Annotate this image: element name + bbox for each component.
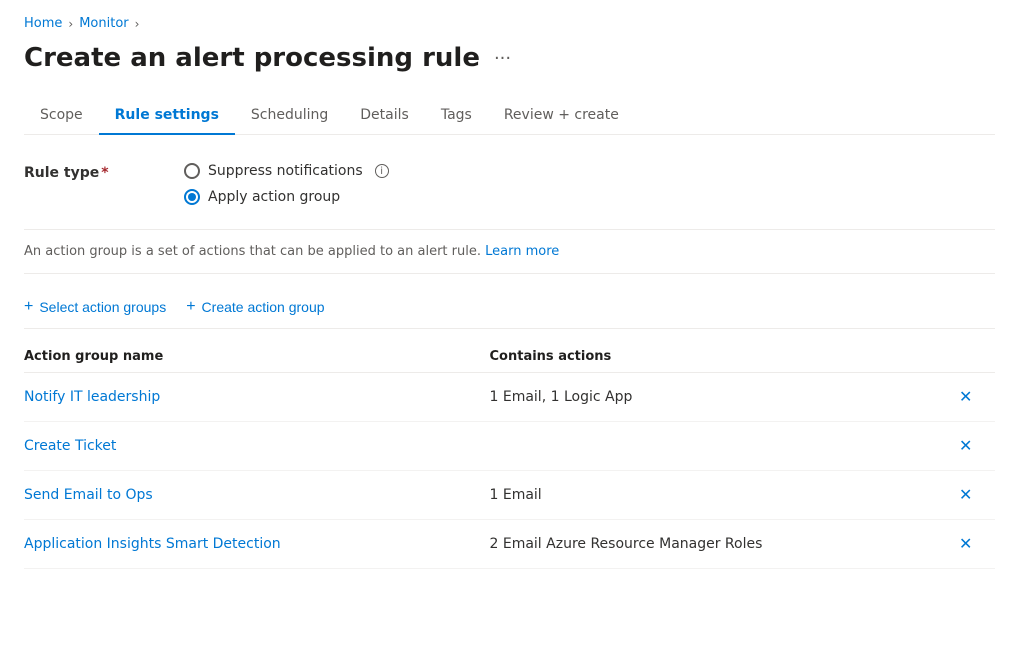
tab-scheduling[interactable]: Scheduling [235,97,344,135]
page-title: Create an alert processing rule [24,43,480,73]
delete-row-button[interactable]: ✕ [955,432,976,460]
action-group-name-link[interactable]: Notify IT leadership [24,389,160,405]
create-action-group-label: Create action group [202,299,325,315]
table-header: Action group name Contains actions [24,341,995,373]
more-options-icon[interactable]: ··· [490,44,515,73]
table-row: Send Email to Ops 1 Email ✕ [24,471,995,520]
rule-type-section: Rule type* Suppress notifications i Appl… [24,163,995,205]
radio-circle-suppress [184,163,200,179]
action-group-name-link[interactable]: Application Insights Smart Detection [24,536,281,552]
close-icon: ✕ [959,387,972,407]
col-header-name: Action group name [24,349,490,364]
breadcrumb-sep-1: › [68,17,73,31]
description-static-text: An action group is a set of actions that… [24,244,481,259]
select-action-groups-label: Select action groups [39,299,166,315]
action-group-name-link[interactable]: Send Email to Ops [24,487,153,503]
select-action-groups-button[interactable]: + Select action groups [24,298,166,316]
radio-circle-apply-action [184,189,200,205]
delete-row-button[interactable]: ✕ [955,530,976,558]
radio-label-apply-action: Apply action group [208,189,340,205]
breadcrumb-sep-2: › [135,17,140,31]
select-plus-icon: + [24,298,33,316]
action-groups-table: Notify IT leadership 1 Email, 1 Logic Ap… [24,373,995,569]
delete-row-button[interactable]: ✕ [955,481,976,509]
col-header-actions: Contains actions [490,349,956,364]
breadcrumb: Home › Monitor › [24,16,995,31]
action-group-contains: 1 Email [490,487,956,503]
rule-type-label: Rule type* [24,163,184,181]
close-icon: ✕ [959,534,972,554]
breadcrumb-monitor[interactable]: Monitor [79,16,128,31]
rule-type-radio-group: Suppress notifications i Apply action gr… [184,163,389,205]
tab-details[interactable]: Details [344,97,425,135]
learn-more-link[interactable]: Learn more [485,244,559,259]
action-group-name-link[interactable]: Create Ticket [24,438,116,454]
create-action-group-button[interactable]: + Create action group [186,298,324,316]
radio-label-suppress: Suppress notifications [208,163,363,179]
tab-rule-settings[interactable]: Rule settings [99,97,235,135]
tabs-nav: Scope Rule settings Scheduling Details T… [24,97,995,135]
radio-option-suppress[interactable]: Suppress notifications i [184,163,389,179]
description-text: An action group is a set of actions that… [24,229,995,274]
table-row: Create Ticket ✕ [24,422,995,471]
create-plus-icon: + [186,298,195,316]
page-header: Create an alert processing rule ··· [24,43,995,73]
close-icon: ✕ [959,436,972,456]
tab-scope[interactable]: Scope [24,97,99,135]
tab-review-create[interactable]: Review + create [488,97,635,135]
info-icon-suppress[interactable]: i [375,164,389,178]
breadcrumb-home[interactable]: Home [24,16,62,31]
table-row: Notify IT leadership 1 Email, 1 Logic Ap… [24,373,995,422]
table-row: Application Insights Smart Detection 2 E… [24,520,995,569]
action-group-contains: 1 Email, 1 Logic App [490,389,956,405]
action-group-contains: 2 Email Azure Resource Manager Roles [490,536,956,552]
required-marker: * [101,165,108,181]
actions-toolbar: + Select action groups + Create action g… [24,298,995,329]
tab-tags[interactable]: Tags [425,97,488,135]
radio-option-apply-action[interactable]: Apply action group [184,189,389,205]
delete-row-button[interactable]: ✕ [955,383,976,411]
close-icon: ✕ [959,485,972,505]
